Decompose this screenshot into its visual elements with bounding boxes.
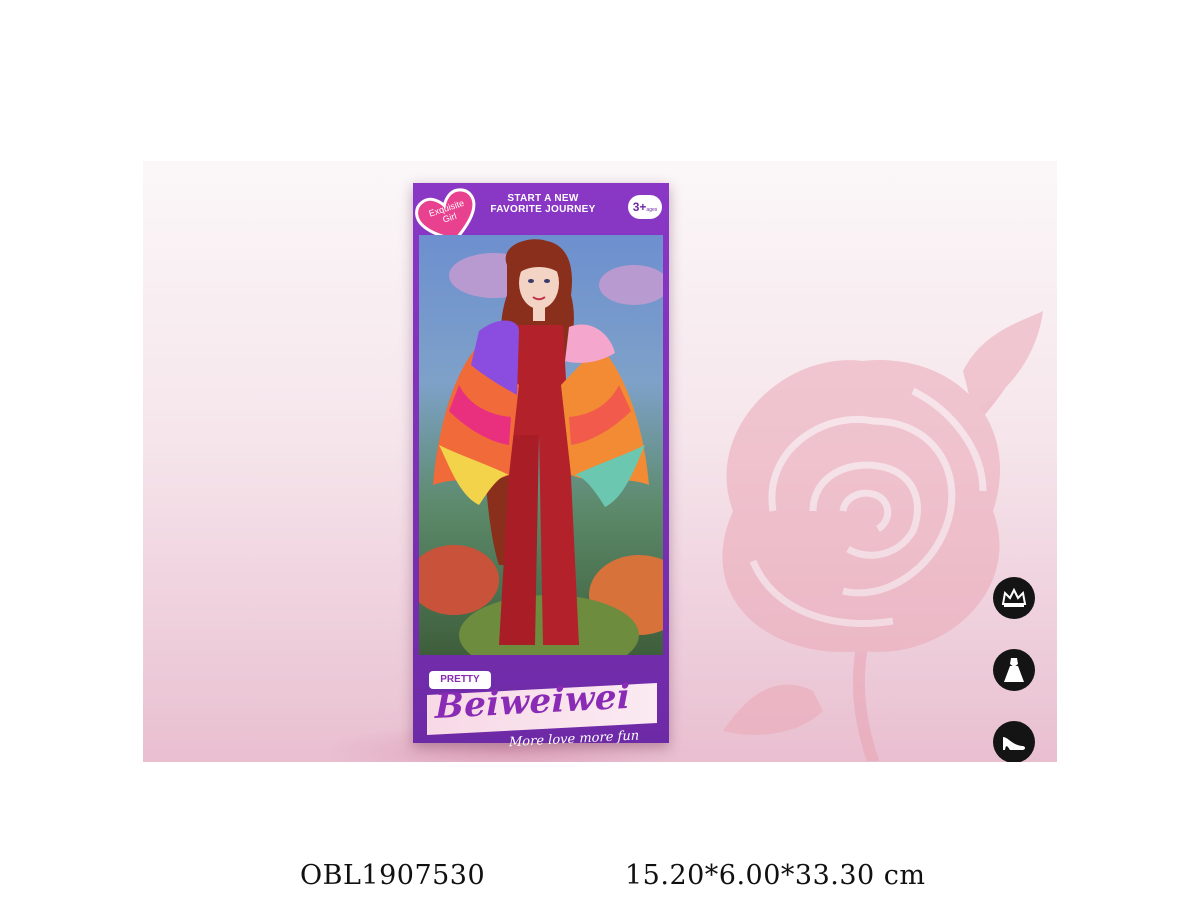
high-heel-icon [993, 721, 1035, 762]
age-badge: 3+ages [628, 195, 662, 219]
dress-icon [993, 649, 1035, 691]
package-footer: PRETTY Beiweiwei More love more fun [413, 653, 669, 750]
age-sub: ages [646, 207, 658, 213]
crown-icon [993, 577, 1035, 619]
package-tagline: START A NEW FAVORITE JOURNEY [473, 193, 613, 215]
doll-package: Exquisite Girl START A NEW FAVORITE JOUR… [413, 183, 669, 750]
package-header: Exquisite Girl START A NEW FAVORITE JOUR… [413, 183, 669, 242]
package-window [419, 235, 663, 655]
item-code: OBL1907530 [300, 860, 486, 891]
tagline-line2: FAVORITE JOURNEY [490, 204, 596, 215]
product-photo: Exquisite Girl START A NEW FAVORITE JOUR… [143, 161, 1057, 762]
doll-figure [433, 239, 649, 645]
rose-background-icon [722, 311, 1043, 761]
item-dimensions: 15.20*6.00*33.30 cm [625, 860, 926, 891]
age-label: 3+ [632, 200, 647, 214]
tagline-line1: START A NEW [507, 193, 579, 204]
